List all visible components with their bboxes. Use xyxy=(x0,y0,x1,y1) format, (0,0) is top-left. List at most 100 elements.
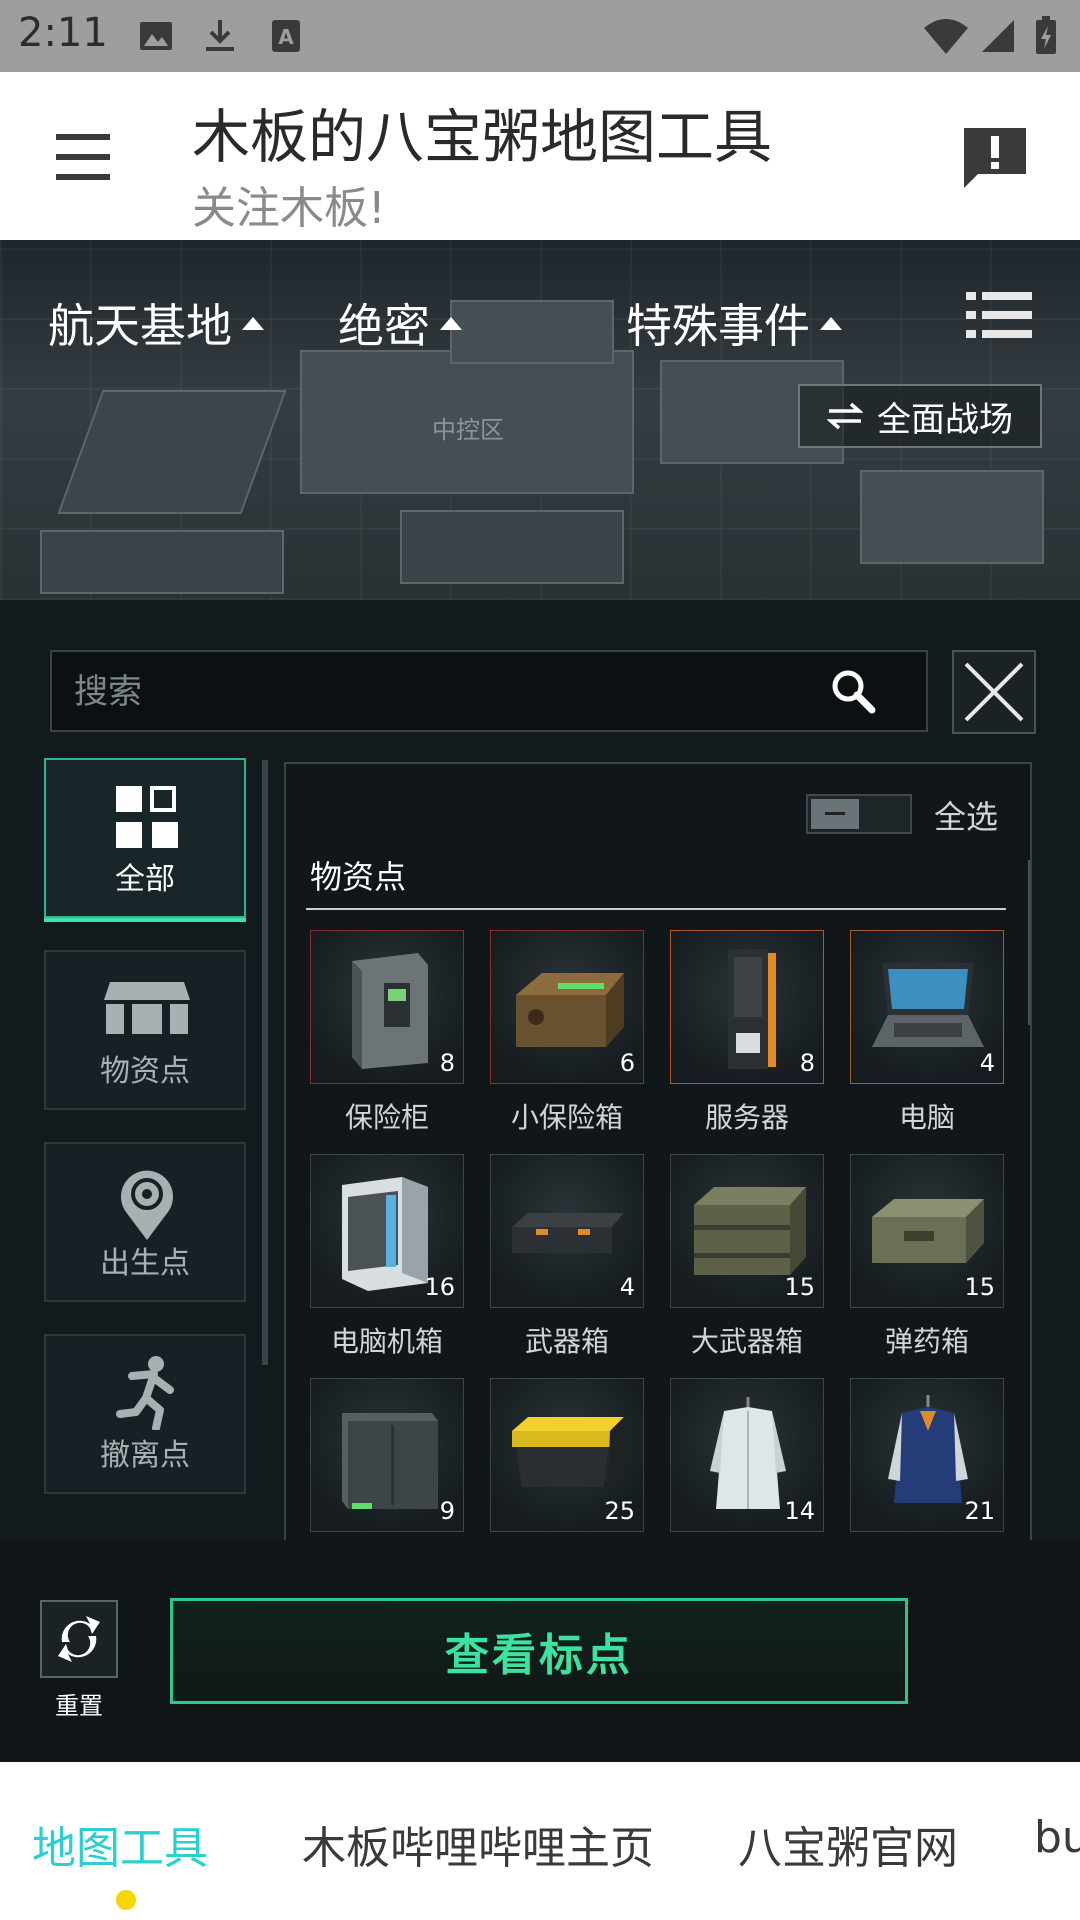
laptop-icon xyxy=(872,963,984,1047)
category-all[interactable]: 全部 xyxy=(44,758,246,922)
map-selector-dropdown[interactable]: 航天基地 xyxy=(48,290,264,356)
item-card[interactable]: 4 武器箱 xyxy=(490,1154,644,1360)
menu-icon[interactable] xyxy=(50,132,116,182)
item-count: 14 xyxy=(784,1497,815,1525)
download-icon xyxy=(206,20,234,51)
item-card[interactable]: 4 电脑 xyxy=(850,930,1004,1136)
item-grid-panel: 全选 物资点 8 保险柜 6 小保险箱 8 服务器 4 电脑 16 电脑机箱 4… xyxy=(284,762,1032,1542)
item-name: 弹药箱 xyxy=(884,1325,969,1358)
metal-cabinet-icon xyxy=(342,1413,438,1509)
item-count: 21 xyxy=(964,1497,995,1525)
status-time: 2:11 xyxy=(18,10,108,56)
search-box xyxy=(50,650,928,732)
tab-more[interactable]: bu xyxy=(1034,1812,1080,1863)
tab-map-tool[interactable]: 地图工具 xyxy=(32,1812,208,1876)
small-safe-icon xyxy=(516,973,624,1047)
view-markers-button[interactable]: 查看标点 xyxy=(170,1598,908,1704)
caret-up-icon xyxy=(440,317,462,330)
tab-bilibili-home[interactable]: 木板哔哩哔哩主页 xyxy=(302,1812,654,1876)
item-name: 保险柜 xyxy=(344,1101,429,1134)
grid-icon xyxy=(116,786,178,848)
select-all-toggle[interactable] xyxy=(806,794,912,834)
item-card[interactable]: 16 电脑机箱 xyxy=(310,1154,464,1360)
caret-up-icon xyxy=(242,317,264,330)
special-event-dropdown[interactable]: 特殊事件 xyxy=(626,290,842,356)
item-name: 电脑 xyxy=(898,1101,955,1134)
item-count: 9 xyxy=(439,1497,455,1525)
item-name: 服务器 xyxy=(704,1101,789,1134)
category-label: 物资点 xyxy=(100,1054,190,1089)
bottom-tab-bar: 地图工具 木板哔哩哔哩主页 八宝粥官网 bu xyxy=(0,1762,1080,1920)
special-event-label: 特殊事件 xyxy=(626,299,810,353)
item-count: 25 xyxy=(604,1497,635,1525)
map-zone-label: 中控区 xyxy=(432,416,504,444)
item-count: 6 xyxy=(619,1049,635,1077)
weapon-case-icon xyxy=(512,1213,624,1253)
section-divider xyxy=(306,908,1006,910)
item-card[interactable]: 6 小保险箱 xyxy=(490,930,644,1136)
map-selector-label: 航天基地 xyxy=(48,299,232,353)
grid-scrollbar[interactable] xyxy=(1028,860,1030,1025)
item-card[interactable]: 14 xyxy=(670,1378,824,1540)
item-count: 16 xyxy=(424,1273,455,1301)
reset-label: 重置 xyxy=(55,1692,103,1720)
difficulty-dropdown[interactable]: 绝密 xyxy=(338,290,462,356)
item-card[interactable]: 8 服务器 xyxy=(670,930,824,1136)
action-bar: 重置 查看标点 xyxy=(0,1540,1080,1762)
select-all-label: 全选 xyxy=(934,798,999,836)
spawn-target-icon xyxy=(121,1170,173,1240)
caret-up-icon xyxy=(820,317,842,330)
item-card[interactable]: 8 保险柜 xyxy=(310,930,464,1136)
category-label: 撤离点 xyxy=(100,1438,190,1473)
category-supplies[interactable]: 物资点 xyxy=(44,950,246,1110)
toggle-knob xyxy=(811,799,859,829)
close-button[interactable] xyxy=(952,650,1036,734)
map-view[interactable]: 航天基地 绝密 特殊事件 中控区 全面战场 xyxy=(0,240,1080,600)
server-icon xyxy=(728,949,776,1069)
wifi-icon xyxy=(924,19,968,54)
crate-icon xyxy=(104,982,190,1034)
item-name: 大武器箱 xyxy=(690,1325,803,1358)
item-count: 8 xyxy=(439,1049,455,1077)
svg-text:A: A xyxy=(278,25,294,49)
item-count: 4 xyxy=(979,1049,995,1077)
item-name: 武器箱 xyxy=(524,1325,609,1358)
reset-button[interactable] xyxy=(40,1600,118,1678)
app-title: 木板的八宝粥地图工具 xyxy=(192,103,773,171)
item-card[interactable]: 15 大武器箱 xyxy=(670,1154,824,1360)
list-icon[interactable] xyxy=(966,290,1032,340)
search-input[interactable] xyxy=(72,652,836,732)
image-icon xyxy=(140,22,172,50)
item-card[interactable]: 21 xyxy=(850,1378,1004,1540)
font-a-icon: A xyxy=(272,20,300,52)
tab-official-site[interactable]: 八宝粥官网 xyxy=(738,1812,958,1876)
game-mode-label: 全面战场 xyxy=(877,399,1013,440)
item-count: 15 xyxy=(964,1273,995,1301)
category-label: 出生点 xyxy=(100,1246,190,1281)
category-label: 全部 xyxy=(115,862,175,897)
signal-icon xyxy=(982,20,1014,52)
category-scrollbar[interactable] xyxy=(262,760,268,1365)
status-bar: 2:11 A xyxy=(0,0,1080,72)
item-name: 电脑机箱 xyxy=(330,1325,443,1358)
item-count: 8 xyxy=(799,1049,815,1077)
search-icon[interactable] xyxy=(828,666,878,716)
item-card[interactable]: 15 弹药箱 xyxy=(850,1154,1004,1360)
app-bar: 木板的八宝粥地图工具 关注木板! xyxy=(0,72,1080,240)
category-extract[interactable]: 撤离点 xyxy=(44,1334,246,1494)
feedback-alert-icon[interactable] xyxy=(960,124,1030,190)
item-card[interactable]: 9 xyxy=(310,1378,464,1540)
filter-panel: 全部 物资点 出生点 撤离点 全选 物资点 8 保险柜 6 xyxy=(0,600,1080,1542)
running-man-icon xyxy=(116,1356,174,1430)
app-subtitle: 关注木板! xyxy=(192,183,386,234)
close-icon xyxy=(964,662,1024,722)
item-card[interactable]: 25 xyxy=(490,1378,644,1540)
refresh-icon xyxy=(58,1616,100,1662)
swap-icon xyxy=(827,402,863,430)
active-tab-indicator xyxy=(116,1890,136,1910)
item-name: 小保险箱 xyxy=(510,1101,623,1134)
safe-cabinet-icon xyxy=(352,953,428,1069)
game-mode-button[interactable]: 全面战场 xyxy=(798,384,1042,448)
category-spawn[interactable]: 出生点 xyxy=(44,1142,246,1302)
section-title: 物资点 xyxy=(310,858,407,896)
